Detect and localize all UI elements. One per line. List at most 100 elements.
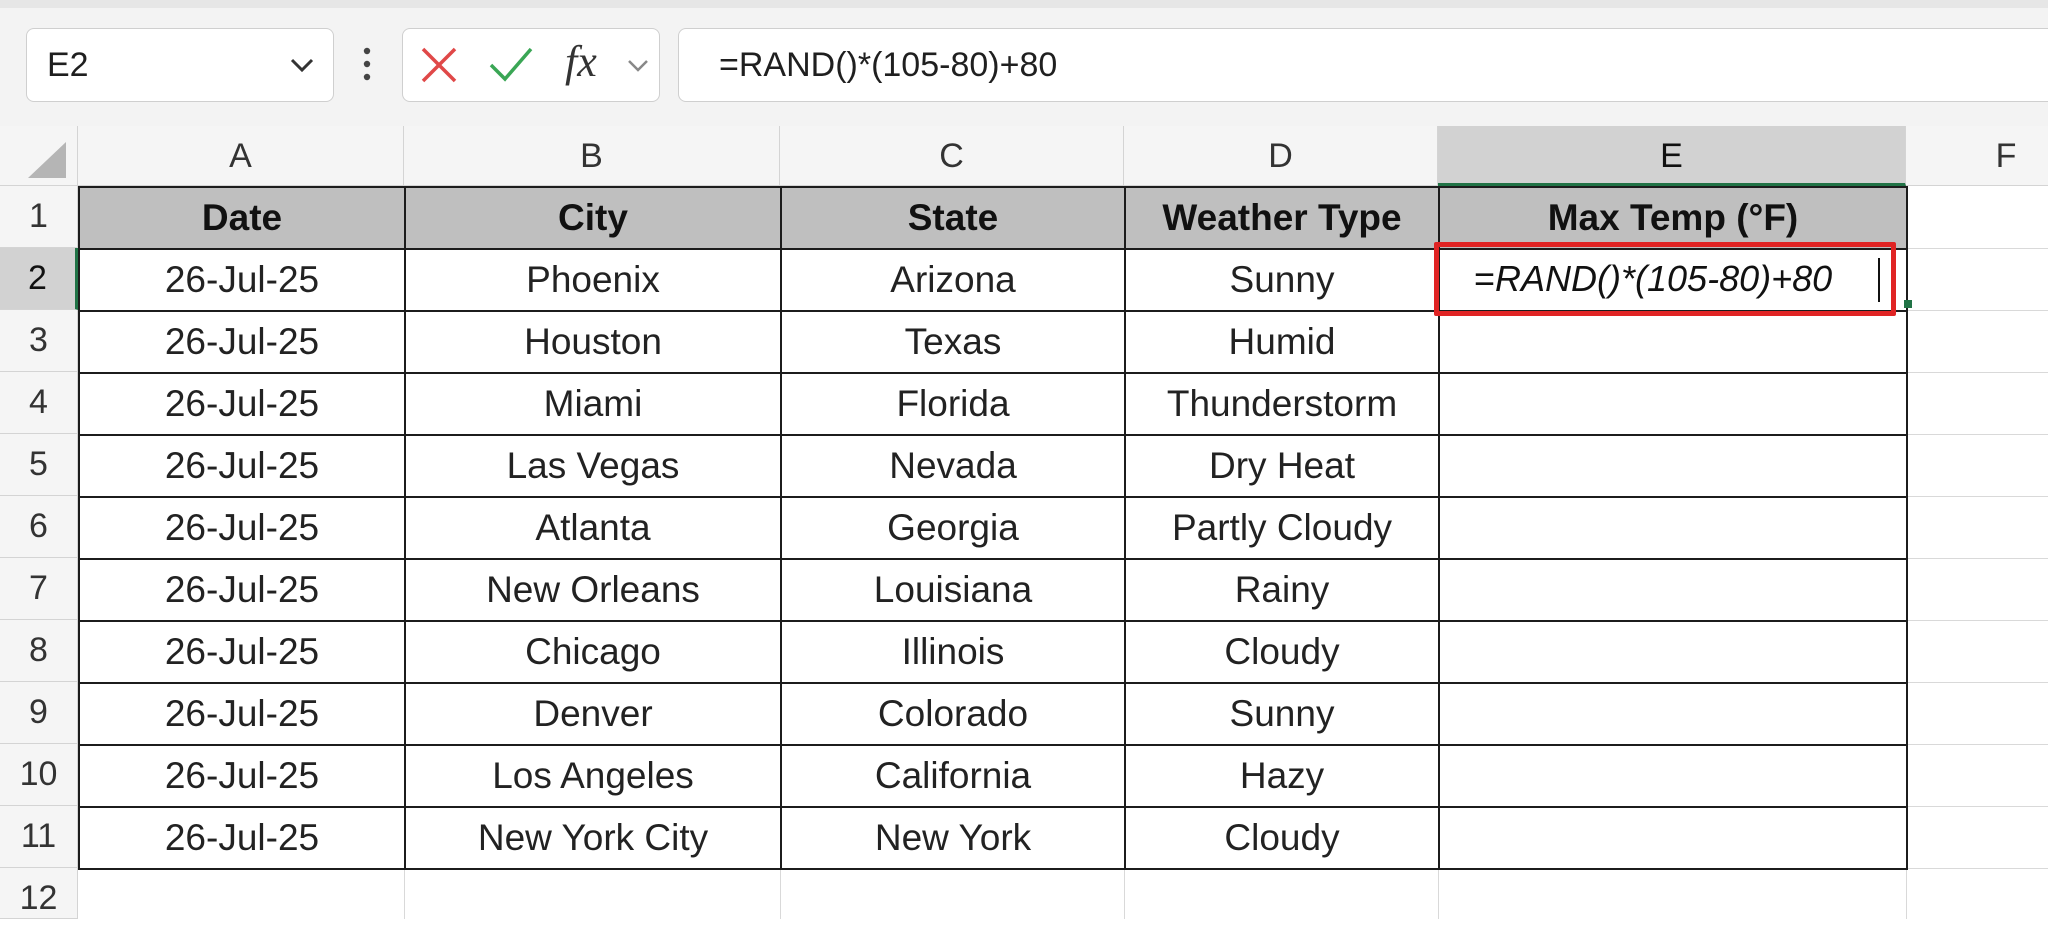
highlight-box bbox=[1434, 242, 1896, 316]
table-cell[interactable]: Dry Heat bbox=[1124, 434, 1440, 498]
table-cell[interactable]: Houston bbox=[404, 310, 782, 374]
header-cell[interactable]: City bbox=[404, 186, 782, 250]
column-header-d[interactable]: D bbox=[1124, 126, 1438, 186]
name-box[interactable]: E2 bbox=[26, 28, 334, 102]
table-cell[interactable]: Cloudy bbox=[1124, 620, 1440, 684]
table-cell[interactable] bbox=[1438, 744, 1908, 808]
table-cell[interactable]: Chicago bbox=[404, 620, 782, 684]
table-cell[interactable]: New Orleans bbox=[404, 558, 782, 622]
table-cell[interactable]: Illinois bbox=[780, 620, 1126, 684]
table-row: 26-Jul-25 Houston Texas Humid bbox=[78, 310, 1908, 374]
table-cell[interactable]: California bbox=[780, 744, 1126, 808]
table-row: 26-Jul-25 Chicago Illinois Cloudy bbox=[78, 620, 1908, 684]
row-header-5[interactable]: 5 bbox=[0, 434, 78, 496]
row-header-3[interactable]: 3 bbox=[0, 310, 78, 372]
header-row: Date City State Weather Type Max Temp (°… bbox=[78, 186, 1908, 250]
table-row: 26-Jul-25 New York City New York Cloudy bbox=[78, 806, 1908, 870]
row-header-4[interactable]: 4 bbox=[0, 372, 78, 434]
table-cell[interactable]: Humid bbox=[1124, 310, 1440, 374]
row-header-1[interactable]: 1 bbox=[0, 186, 78, 248]
table-cell[interactable] bbox=[1438, 620, 1908, 684]
table-row: 26-Jul-25 New Orleans Louisiana Rainy bbox=[78, 558, 1908, 622]
table-cell[interactable]: 26-Jul-25 bbox=[78, 682, 406, 746]
gridline bbox=[1124, 868, 1125, 919]
table-cell[interactable]: Phoenix bbox=[404, 248, 782, 312]
select-all-button[interactable] bbox=[0, 126, 78, 186]
formula-bar: E2 fx =RAND()*(105-80)+80 bbox=[0, 0, 2048, 126]
table-cell[interactable]: Arizona bbox=[780, 248, 1126, 312]
close-icon[interactable] bbox=[417, 43, 461, 87]
more-options-icon[interactable] bbox=[362, 46, 372, 82]
insert-function-button[interactable]: fx bbox=[565, 36, 597, 87]
gridline bbox=[1438, 868, 1439, 919]
table-cell[interactable] bbox=[1438, 806, 1908, 870]
table-cell[interactable]: 26-Jul-25 bbox=[78, 372, 406, 436]
table-cell[interactable]: 26-Jul-25 bbox=[78, 558, 406, 622]
name-box-value: E2 bbox=[47, 46, 89, 84]
select-all-icon bbox=[28, 142, 66, 178]
table-row: 26-Jul-25 Denver Colorado Sunny bbox=[78, 682, 1908, 746]
table-cell[interactable]: Partly Cloudy bbox=[1124, 496, 1440, 560]
column-header-a[interactable]: A bbox=[78, 126, 404, 186]
table-cell[interactable]: Hazy bbox=[1124, 744, 1440, 808]
table-row: 26-Jul-25 Los Angeles California Hazy bbox=[78, 744, 1908, 808]
table-cell[interactable]: Texas bbox=[780, 310, 1126, 374]
table-cell[interactable] bbox=[1438, 310, 1908, 374]
table-cell[interactable] bbox=[1438, 558, 1908, 622]
table-row: 26-Jul-25 Miami Florida Thunderstorm bbox=[78, 372, 1908, 436]
table-cell[interactable] bbox=[1438, 434, 1908, 498]
table-cell[interactable]: 26-Jul-25 bbox=[78, 434, 406, 498]
column-header-f[interactable]: F bbox=[1906, 126, 2048, 186]
row-header-11[interactable]: 11 bbox=[0, 806, 78, 868]
table-cell[interactable] bbox=[1438, 682, 1908, 746]
table-cell[interactable]: Thunderstorm bbox=[1124, 372, 1440, 436]
table-cell[interactable]: 26-Jul-25 bbox=[78, 620, 406, 684]
check-icon[interactable] bbox=[487, 43, 535, 87]
table-cell[interactable]: Colorado bbox=[780, 682, 1126, 746]
table-cell[interactable]: Las Vegas bbox=[404, 434, 782, 498]
table-cell[interactable]: 26-Jul-25 bbox=[78, 248, 406, 312]
gridline bbox=[780, 868, 781, 919]
table-cell[interactable]: Louisiana bbox=[780, 558, 1126, 622]
table-cell[interactable]: New York bbox=[780, 806, 1126, 870]
table-cell[interactable]: 26-Jul-25 bbox=[78, 806, 406, 870]
table-cell[interactable]: Cloudy bbox=[1124, 806, 1440, 870]
formula-input[interactable]: =RAND()*(105-80)+80 bbox=[678, 28, 2048, 102]
column-header-b[interactable]: B bbox=[404, 126, 780, 186]
row-header-2[interactable]: 2 bbox=[0, 248, 78, 310]
chevron-down-icon[interactable] bbox=[287, 53, 317, 77]
table-cell[interactable] bbox=[1438, 496, 1908, 560]
table-cell[interactable]: Georgia bbox=[780, 496, 1126, 560]
header-cell[interactable]: Date bbox=[78, 186, 406, 250]
row-header-6[interactable]: 6 bbox=[0, 496, 78, 558]
table-cell[interactable]: Miami bbox=[404, 372, 782, 436]
gridline bbox=[404, 868, 405, 919]
row-header-9[interactable]: 9 bbox=[0, 682, 78, 744]
table-cell[interactable]: Los Angeles bbox=[404, 744, 782, 808]
table-cell[interactable] bbox=[1438, 372, 1908, 436]
table-cell[interactable]: New York City bbox=[404, 806, 782, 870]
column-header-e[interactable]: E bbox=[1438, 126, 1906, 186]
header-cell[interactable]: Max Temp (°F) bbox=[1438, 186, 1908, 250]
header-cell[interactable]: Weather Type bbox=[1124, 186, 1440, 250]
fill-handle[interactable] bbox=[1904, 300, 1912, 308]
chevron-down-icon[interactable] bbox=[625, 55, 651, 77]
formula-text: =RAND()*(105-80)+80 bbox=[719, 46, 1058, 84]
table-row: 26-Jul-25 Atlanta Georgia Partly Cloudy bbox=[78, 496, 1908, 560]
table-cell[interactable]: Denver bbox=[404, 682, 782, 746]
table-cell[interactable]: Sunny bbox=[1124, 682, 1440, 746]
row-header-12[interactable]: 12 bbox=[0, 868, 78, 919]
table-cell[interactable]: 26-Jul-25 bbox=[78, 744, 406, 808]
table-cell[interactable]: Atlanta bbox=[404, 496, 782, 560]
column-header-c[interactable]: C bbox=[780, 126, 1124, 186]
table-cell[interactable]: 26-Jul-25 bbox=[78, 310, 406, 374]
row-header-7[interactable]: 7 bbox=[0, 558, 78, 620]
table-cell[interactable]: Nevada bbox=[780, 434, 1126, 498]
table-cell[interactable]: Sunny bbox=[1124, 248, 1440, 312]
table-cell[interactable]: Florida bbox=[780, 372, 1126, 436]
row-header-10[interactable]: 10 bbox=[0, 744, 78, 806]
header-cell[interactable]: State bbox=[780, 186, 1126, 250]
row-header-8[interactable]: 8 bbox=[0, 620, 78, 682]
table-cell[interactable]: Rainy bbox=[1124, 558, 1440, 622]
table-cell[interactable]: 26-Jul-25 bbox=[78, 496, 406, 560]
